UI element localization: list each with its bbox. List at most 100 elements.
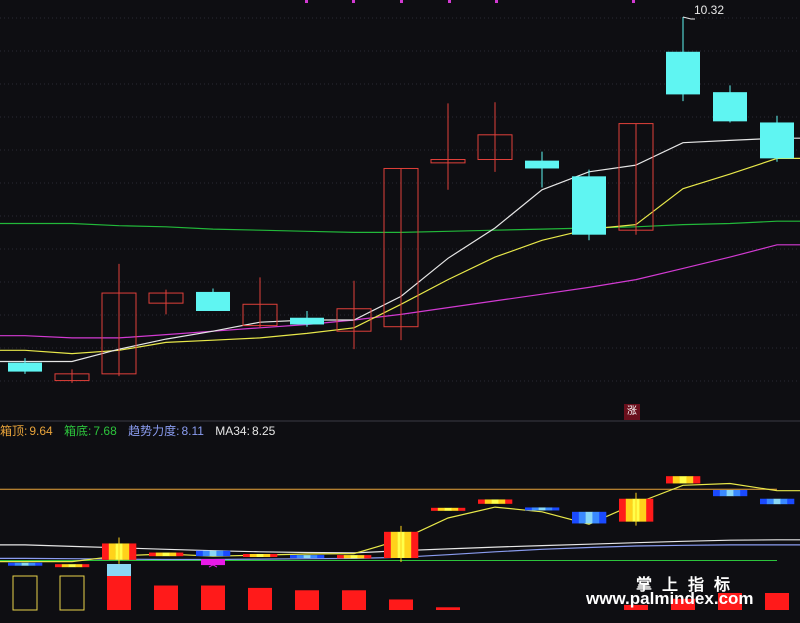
indicator-bar-stripe [108, 543, 116, 560]
indicator-bar-stripe [390, 531, 398, 558]
indicator-bar-stripe [28, 562, 36, 566]
trend-label: 趋势力度: [128, 424, 180, 438]
indicator-bar-stripe [713, 490, 721, 497]
indicator-bar-stripe [8, 562, 16, 566]
indicator-bar-stripe [505, 499, 513, 504]
indicator-bar-stripe [75, 564, 83, 568]
indicator-bar-stripe [317, 555, 325, 559]
indicator-bar-stripe [216, 550, 224, 557]
indicator-bar-stripe [431, 507, 439, 511]
indicator-bar-stripe [625, 498, 633, 522]
indicator-bar-stripe [102, 543, 110, 560]
indicator-bar-stripe [337, 555, 345, 559]
indicator-bar-stripe [740, 490, 748, 497]
indicator-bar-stripe [364, 555, 372, 559]
bottom-block [389, 599, 413, 610]
indicator-bar-stripe [760, 498, 768, 505]
indicator-bar-stripe [149, 552, 157, 557]
indicator-bar-stripe [55, 564, 63, 568]
indicator-bar-stripe [491, 499, 499, 504]
indicator-bar-stripe [122, 543, 130, 560]
indicator-bar-stripe [21, 562, 29, 566]
indicator-bar-stripe [223, 550, 231, 557]
bottom-block-cyan [107, 564, 131, 576]
indicator-bar-stripe [263, 554, 271, 557]
indicator-bar-stripe [552, 507, 560, 511]
indicator-bar-stripe [572, 511, 580, 524]
indicator-bar-stripe [202, 550, 210, 557]
indicator-bar-stripe [296, 555, 304, 559]
indicator-bar-stripe [196, 550, 204, 557]
indicator-bar-stripe [498, 499, 506, 504]
indicator-bar-stripe [686, 476, 694, 484]
indicator-bar-stripe [357, 555, 365, 559]
indicator-bar-stripe [209, 550, 217, 557]
indicator-bar-stripe [478, 499, 486, 504]
bottom-block [342, 590, 366, 610]
indicator-bar-stripe [578, 511, 586, 524]
box-bottom-value: 7.68 [93, 424, 117, 438]
indicator-bar-stripe [666, 476, 674, 484]
indicator-bar-stripe [525, 507, 533, 511]
indicator-bar-stripe [176, 552, 184, 557]
bottom-block [295, 590, 319, 610]
indicator-bar-stripe [404, 531, 412, 558]
indicator-bar-stripe [451, 507, 459, 511]
indicator-bar-stripe [773, 498, 781, 505]
indicator-bar-stripe [256, 554, 264, 557]
ma34-label: MA34: [215, 424, 250, 438]
indicator-bar-stripe [719, 490, 727, 497]
indicator-bar-stripe [129, 543, 137, 560]
indicator-marker [201, 559, 225, 566]
indicator-bar-stripe [599, 511, 607, 524]
indicator-bar-stripe [343, 555, 351, 559]
indicator-legend: 箱顶: 9.64 箱底: 7.68 趋势力度: 8.11 MA34: 8.25 [0, 423, 277, 439]
box-top-label: 箱顶: [0, 424, 28, 438]
indicator-bar-stripe [726, 490, 734, 497]
indicator-bar-stripe [437, 507, 445, 511]
indicator-bar-stripe [249, 554, 257, 557]
indicator-bar-stripe [619, 498, 627, 522]
indicator-bar-stripe [310, 555, 318, 559]
chart-stage: 10.32 涨 箱顶: 9.64 箱底: 7.68 趋势力度: 8.11 MA34: 8… [0, 0, 800, 623]
indicator-bar-stripe [162, 552, 170, 557]
high-price-label: 10.32 [694, 3, 725, 17]
watermark-url: www.palmindex.com [586, 589, 754, 608]
bottom-block [107, 576, 131, 610]
bottom-block [765, 593, 789, 610]
indicator-bar-stripe [585, 511, 593, 524]
indicator-bar-stripe [693, 476, 701, 484]
indicator-bar-stripe [82, 564, 90, 568]
indicator-bar-stripe [444, 507, 452, 511]
indicator-bar-stripe [243, 554, 251, 557]
indicator-bar-stripe [787, 498, 795, 505]
bottom-block [201, 585, 225, 610]
bottom-block-hollow [12, 575, 38, 611]
indicator-bar-stripe [639, 498, 647, 522]
indicator-bar-stripe [61, 564, 69, 568]
indicator-bar-stripe [766, 498, 774, 505]
box-top-value: 9.64 [29, 424, 53, 438]
indicator-bar-stripe [350, 555, 358, 559]
indicator-bar-stripe [672, 476, 680, 484]
indicator-bar-stripe [384, 531, 392, 558]
ma34-value: 8.25 [251, 424, 276, 438]
indicator-bar-stripe [780, 498, 788, 505]
indicator-bar-stripe [679, 476, 687, 484]
indicator-bar-stripe [531, 507, 539, 511]
indicator-bar-stripe [68, 564, 76, 568]
indicator-bar-stripe [14, 562, 22, 566]
indicator-bar-stripe [646, 498, 654, 522]
indicator-bar-stripe [733, 490, 741, 497]
indicator-bar-stripe [592, 511, 600, 524]
bottom-block [248, 587, 272, 610]
indicator-bar-stripe [169, 552, 177, 557]
indicator-bar-stripe [303, 555, 311, 559]
indicator-bar-stripe [484, 499, 492, 504]
indicator-bar-stripe [538, 507, 546, 511]
zhang-badge[interactable]: 涨 [624, 404, 640, 420]
indicator-bar-stripe [290, 555, 298, 559]
bottom-block [436, 607, 460, 610]
bottom-block [154, 585, 178, 610]
indicator-bar-stripe [545, 507, 553, 511]
